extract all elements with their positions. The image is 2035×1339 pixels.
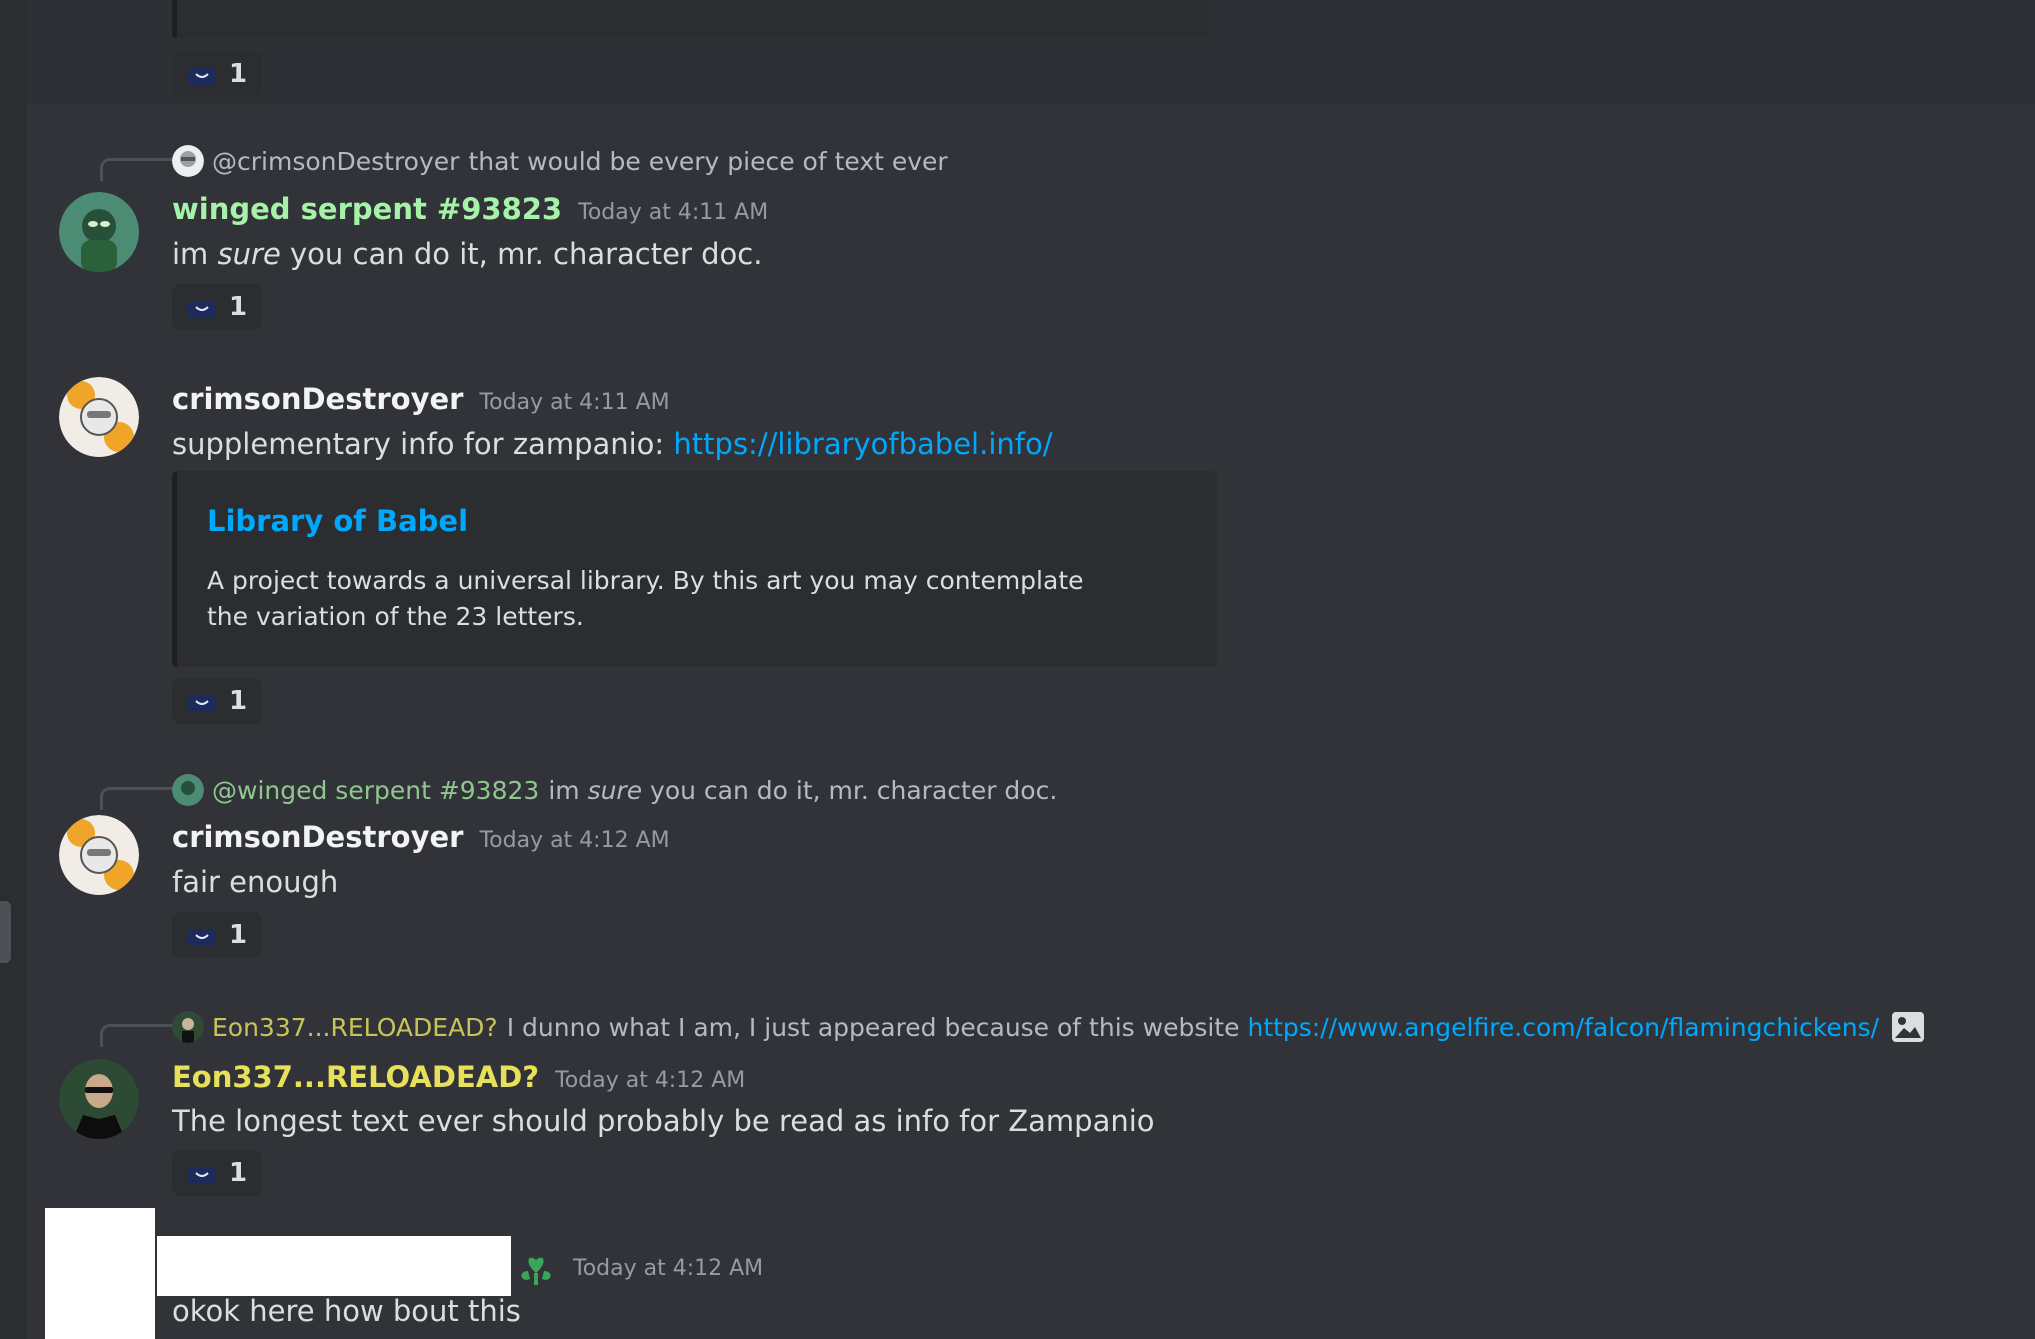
reaction-button[interactable]: 1: [172, 1150, 262, 1196]
reply-preview[interactable]: Eon337...RELOADEAD? I dunno what I am, I…: [172, 1010, 1925, 1044]
message-content: okok here how bout this: [172, 1294, 521, 1328]
avatar[interactable]: [59, 815, 139, 895]
emoji-icon: [187, 301, 216, 318]
message-header: crimsonDestroyer Today at 4:11 AM: [172, 382, 670, 416]
image-icon[interactable]: [1891, 1010, 1925, 1044]
redacted-avatar: [45, 1208, 155, 1339]
text-part: im: [548, 775, 588, 805]
reaction-count: 1: [228, 1158, 248, 1188]
reply-preview[interactable]: @crimsonDestroyer that would be every pi…: [172, 145, 948, 177]
reply-connector: [100, 787, 173, 810]
reaction-button[interactable]: 1: [172, 284, 262, 330]
avatar[interactable]: [59, 377, 139, 457]
redacted-username: [157, 1236, 511, 1296]
username[interactable]: crimsonDestroyer: [172, 820, 463, 854]
message-link[interactable]: https://libraryofbabel.info/: [673, 427, 1052, 461]
message-content: im sure you can do it, mr. character doc…: [172, 237, 762, 271]
italic-text: sure: [587, 775, 643, 805]
avatar[interactable]: [59, 192, 139, 272]
emoji-icon: [187, 1167, 216, 1184]
message-header: Eon337...RELOADEAD? Today at 4:12 AM: [172, 1060, 745, 1094]
embed-title[interactable]: Library of Babel: [207, 504, 468, 538]
reply-avatar: [172, 1011, 204, 1043]
reply-link[interactable]: https://www.angelfire.com/falcon/flaming…: [1247, 1013, 1879, 1042]
reply-text: that would be every piece of text ever: [468, 146, 948, 176]
text-part: supplementary info for zampanio:: [172, 427, 674, 461]
text-part: you can do it, mr. character doc.: [280, 237, 763, 271]
reply-preview[interactable]: @winged serpent #93823 im sure you can d…: [172, 774, 1057, 806]
reaction-count: 1: [228, 920, 248, 950]
message-content: fair enough: [172, 865, 339, 899]
timestamp[interactable]: Today at 4:12 AM: [555, 1068, 745, 1093]
message-header: winged serpent #93823 Today at 4:11 AM: [172, 192, 768, 226]
reply-username[interactable]: @winged serpent #93823: [212, 776, 539, 805]
previous-embed: [172, 0, 1207, 38]
username[interactable]: Eon337...RELOADEAD?: [172, 1060, 539, 1094]
side-strip: [0, 0, 27, 1339]
message-content: The longest text ever should probably be…: [172, 1104, 1155, 1138]
username[interactable]: crimsonDestroyer: [172, 382, 463, 416]
timestamp[interactable]: Today at 4:12 AM: [573, 1256, 763, 1281]
emoji-icon: [187, 929, 216, 946]
text-part: im: [172, 237, 218, 271]
emoji-icon: [187, 68, 216, 85]
text-part: you can do it, mr. character doc.: [642, 775, 1058, 805]
reply-avatar: [172, 774, 204, 806]
reaction-count: 1: [228, 292, 248, 322]
reply-text: im sure you can do it, mr. character doc…: [548, 776, 1057, 805]
message-header: crimsonDestroyer Today at 4:12 AM: [172, 820, 670, 854]
reply-avatar: [172, 145, 204, 177]
username[interactable]: winged serpent #93823: [172, 192, 562, 226]
message-content: supplementary info for zampanio: https:/…: [172, 427, 1053, 461]
reaction-button[interactable]: 1: [172, 678, 262, 724]
reaction-button[interactable]: 1: [172, 912, 262, 958]
reaction-count: 1: [228, 59, 248, 89]
reply-text: I dunno what I am, I just appeared becau…: [506, 1012, 1240, 1042]
reaction-count: 1: [228, 686, 248, 716]
italic-text: sure: [217, 237, 281, 271]
embed-description: A project towards a universal library. B…: [207, 566, 1084, 631]
link-embed: Library of Babel A project towards a uni…: [172, 471, 1217, 667]
clover-heart-icon: [521, 1257, 551, 1285]
reply-connector: [100, 1024, 173, 1047]
timestamp[interactable]: Today at 4:12 AM: [479, 828, 669, 853]
scroll-handle[interactable]: [0, 901, 11, 963]
emoji-icon: [187, 695, 216, 712]
reply-username[interactable]: @crimsonDestroyer: [212, 147, 459, 176]
avatar[interactable]: [59, 1059, 139, 1139]
reply-connector: [100, 158, 173, 181]
timestamp[interactable]: Today at 4:11 AM: [479, 390, 669, 415]
reply-username[interactable]: Eon337...RELOADEAD?: [212, 1013, 498, 1042]
timestamp[interactable]: Today at 4:11 AM: [578, 200, 768, 225]
reaction-button[interactable]: 1: [172, 51, 262, 97]
